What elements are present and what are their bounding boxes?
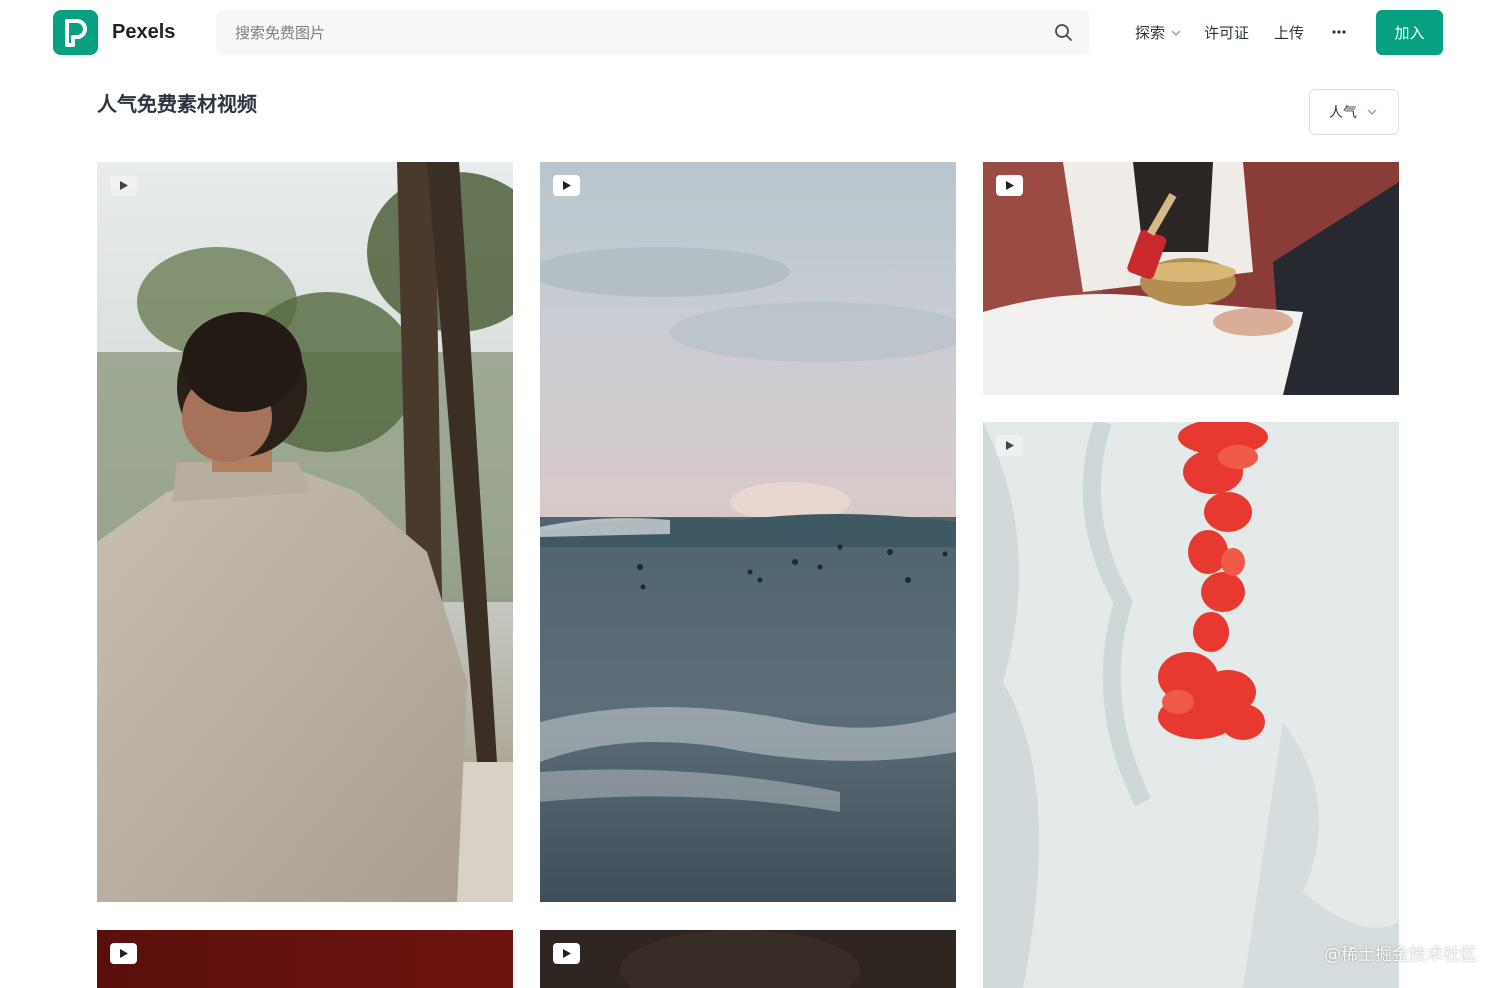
chevron-down-icon [1171, 30, 1181, 36]
video-tile-dark-brown[interactable] [540, 930, 956, 988]
page-title: 人气免费素材视频 [97, 92, 257, 116]
chevron-down-icon [1367, 109, 1377, 115]
search-icon[interactable] [1054, 23, 1074, 43]
nav-upload-label: 上传 [1274, 24, 1305, 42]
video-tile-singing-bowl[interactable] [983, 162, 1399, 395]
play-icon [553, 175, 580, 196]
play-icon [553, 943, 580, 964]
nav-upload[interactable]: 上传 [1274, 22, 1304, 43]
search-input[interactable] [216, 10, 1036, 55]
video-thumbnail [97, 162, 513, 902]
play-icon [110, 943, 137, 964]
top-navbar: Pexels 探索 许可证 上传 加入 [0, 0, 1512, 66]
play-icon [110, 175, 137, 196]
video-tile-red-ink-water[interactable] [983, 422, 1399, 988]
sort-selected-label: 人气 [1329, 105, 1357, 121]
pexels-logo-icon [53, 10, 98, 55]
video-tile-man-palm-trees[interactable] [97, 162, 513, 902]
video-tile-dark-red[interactable] [97, 930, 513, 988]
sort-dropdown[interactable]: 人气 [1309, 89, 1399, 135]
nav-explore-label: 探索 [1135, 24, 1166, 42]
nav-license[interactable]: 许可证 [1204, 22, 1249, 43]
video-thumbnail [540, 930, 956, 988]
video-thumbnail [97, 930, 513, 988]
video-thumbnail [983, 162, 1399, 395]
video-tile-ocean-surfers[interactable] [540, 162, 956, 902]
play-icon [996, 175, 1023, 196]
video-thumbnail [983, 422, 1399, 988]
nav-explore[interactable]: 探索 [1135, 22, 1181, 43]
play-icon [996, 435, 1023, 456]
watermark-text: @稀土掘金技术社区 [1324, 945, 1477, 965]
join-button[interactable]: 加入 [1376, 10, 1443, 55]
more-options-icon[interactable] [1331, 24, 1347, 40]
brand-name: Pexels [112, 21, 176, 43]
search-bar[interactable] [216, 10, 1090, 55]
video-thumbnail [540, 162, 956, 902]
pexels-logo[interactable]: Pexels [53, 10, 175, 55]
nav-license-label: 许可证 [1204, 24, 1250, 42]
